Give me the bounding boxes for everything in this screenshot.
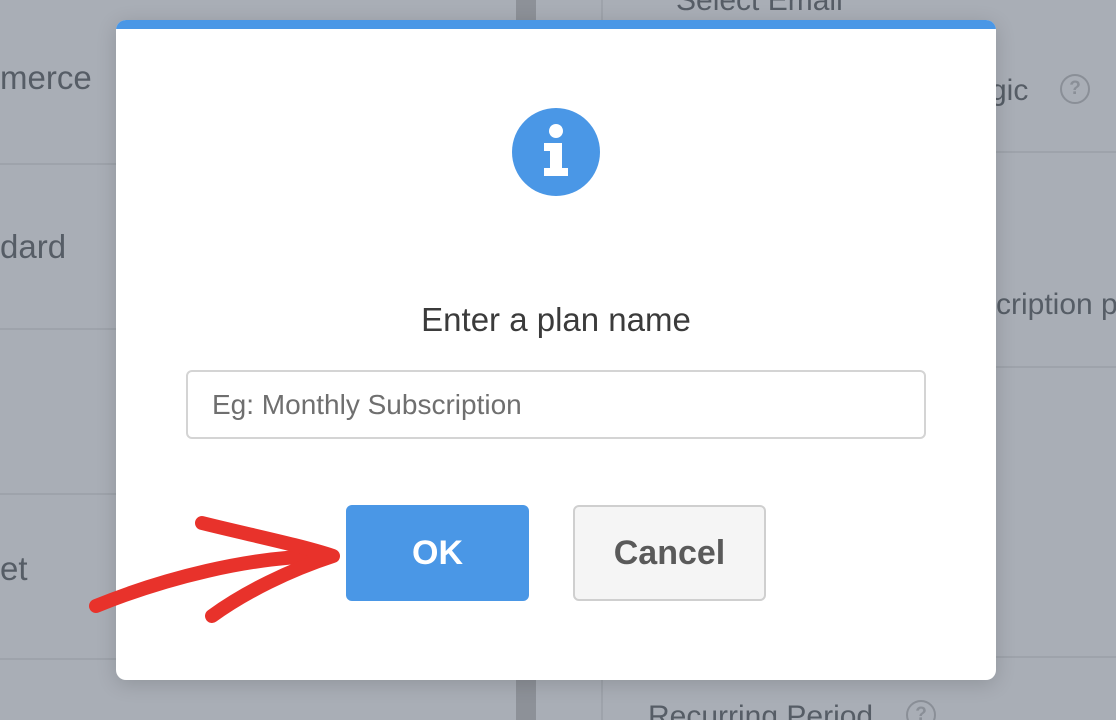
bg-row-label: et (0, 549, 28, 587)
ok-button[interactable]: OK (346, 505, 529, 601)
help-icon[interactable]: ? (1060, 74, 1090, 104)
dialog-accent-bar (116, 20, 996, 29)
plan-name-input[interactable] (186, 370, 926, 439)
info-icon (512, 108, 600, 196)
bg-right-bottom-text: Recurring Period (648, 700, 874, 720)
dialog-title: Enter a plan name (421, 301, 691, 338)
bg-right-top-text: Select Email (676, 0, 843, 17)
bg-row-label: merce (0, 58, 92, 96)
cancel-button[interactable]: Cancel (573, 505, 766, 601)
plan-name-dialog: Enter a plan name OK Cancel (116, 20, 996, 680)
bg-row-label: dard (0, 227, 67, 265)
bg-right-row2-text: cription p (996, 288, 1116, 321)
